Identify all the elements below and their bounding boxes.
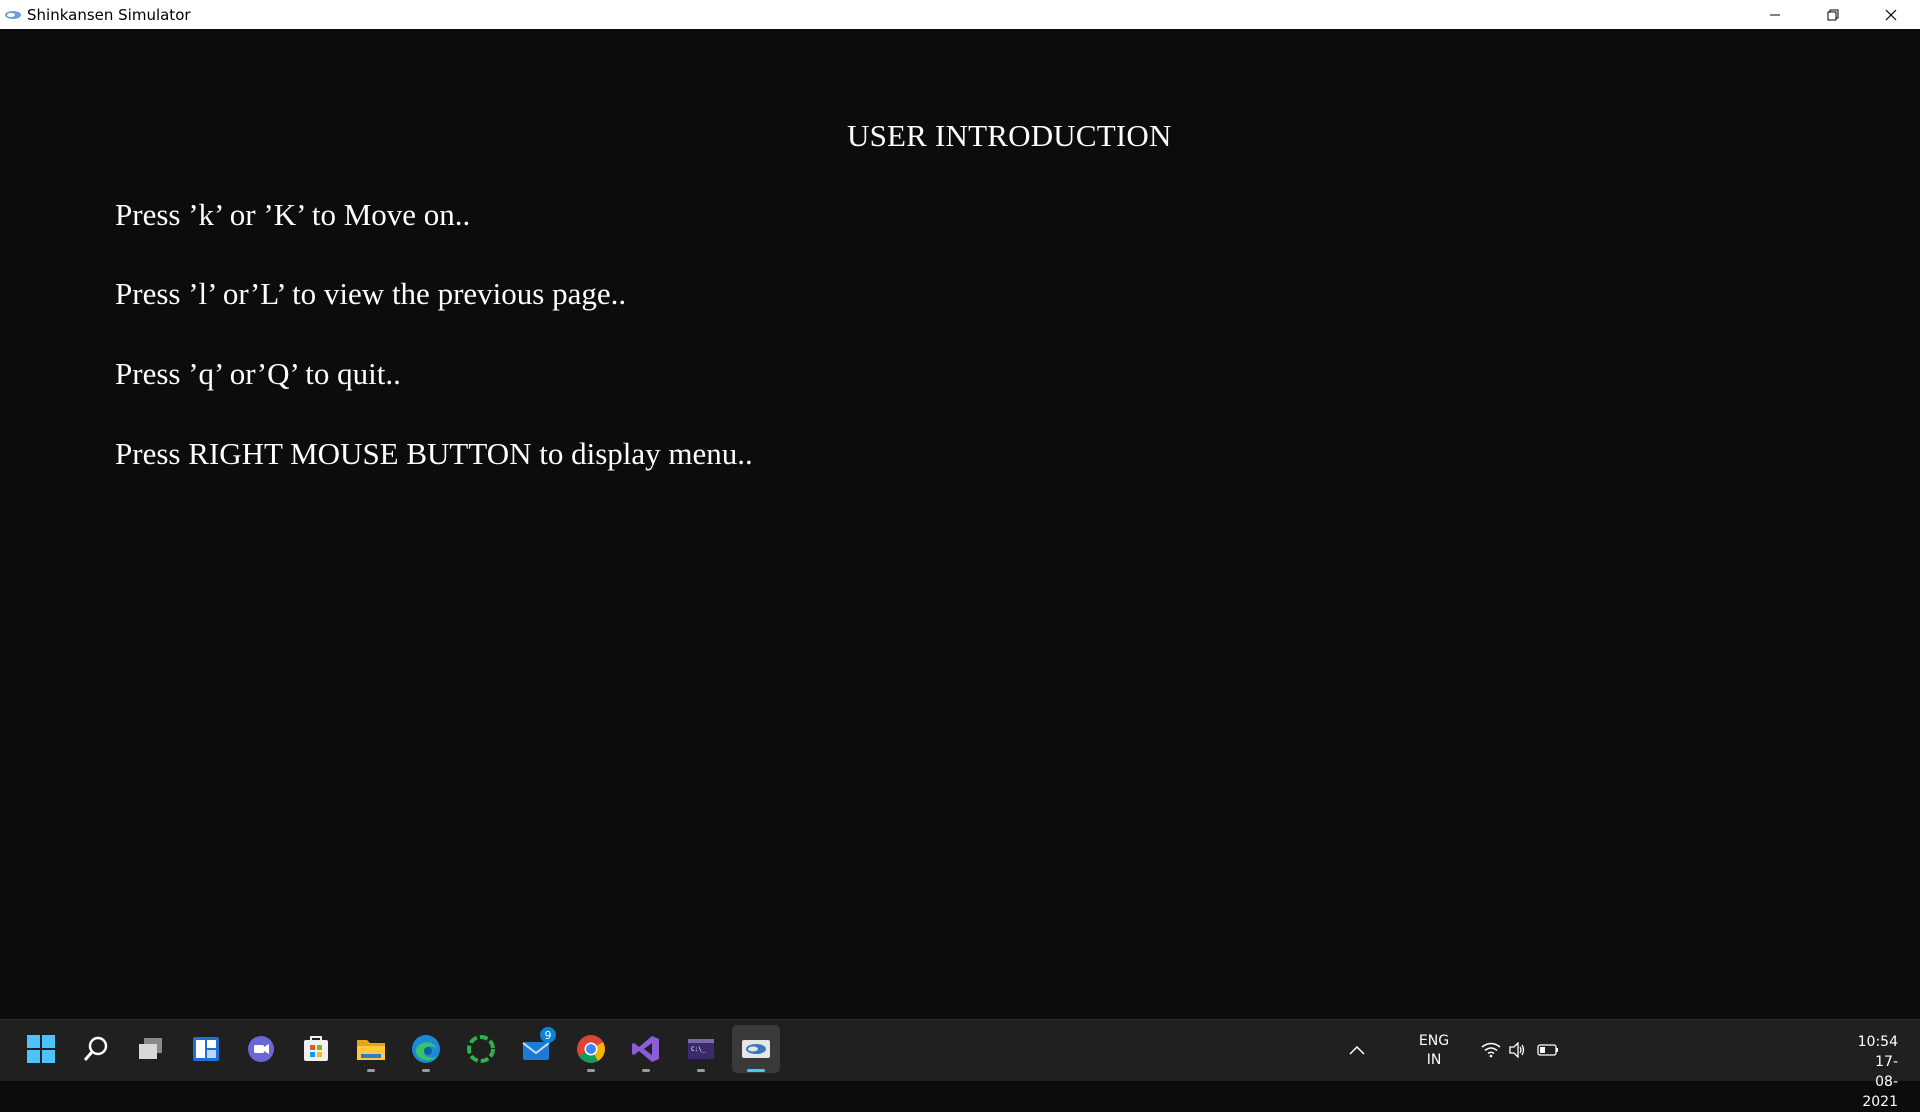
chrome-icon xyxy=(577,1035,605,1063)
chevron-up-icon xyxy=(1349,1045,1365,1055)
show-hidden-icons-button[interactable] xyxy=(1345,1036,1369,1064)
running-indicator xyxy=(367,1069,375,1072)
search-icon xyxy=(83,1036,108,1061)
wifi-button[interactable] xyxy=(1480,1038,1502,1062)
chrome-button[interactable] xyxy=(567,1025,615,1073)
loader-app-icon xyxy=(467,1035,495,1063)
widgets-icon xyxy=(193,1037,219,1061)
visual-studio-button[interactable] xyxy=(622,1025,670,1073)
running-indicator xyxy=(422,1069,430,1072)
volume-button[interactable] xyxy=(1506,1038,1528,1062)
running-indicator xyxy=(587,1069,595,1072)
title-bar: Shinkansen Simulator xyxy=(0,0,1920,29)
terminal-icon: C:\_ xyxy=(688,1039,714,1059)
clock-time: 10:54 xyxy=(1857,1034,1898,1050)
instruction-quit: Press ’q’ or’Q’ to quit.. xyxy=(115,356,401,391)
edge-icon xyxy=(412,1035,440,1063)
window-title: Shinkansen Simulator xyxy=(27,5,191,24)
opengl-app-button[interactable] xyxy=(732,1025,780,1073)
render-canvas[interactable]: USER INTRODUCTION Press ’k’ or ’K’ to Mo… xyxy=(0,29,1920,1019)
mail-button[interactable]: 9 xyxy=(512,1025,560,1073)
language-region: IN xyxy=(1426,1052,1442,1068)
teams-chat-icon xyxy=(248,1036,274,1062)
file-explorer-icon xyxy=(357,1040,385,1060)
battery-icon xyxy=(1537,1044,1558,1056)
teams-chat-button[interactable] xyxy=(237,1025,285,1073)
task-view-button[interactable] xyxy=(127,1025,175,1073)
instruction-menu: Press RIGHT MOUSE BUTTON to display menu… xyxy=(115,436,753,471)
notification-badge: 9 xyxy=(540,1027,556,1043)
search-button[interactable] xyxy=(72,1025,120,1073)
instruction-move-on: Press ’k’ or ’K’ to Move on.. xyxy=(115,197,471,232)
microsoft-store-button[interactable] xyxy=(292,1025,340,1073)
window-controls xyxy=(1746,0,1920,29)
task-view-icon xyxy=(139,1038,162,1059)
microsoft-store-icon xyxy=(304,1036,328,1061)
running-indicator xyxy=(642,1069,650,1072)
taskbar: 9 C:\_ ENG IN 10:54 17-08-2021 xyxy=(0,1019,1920,1110)
widgets-button[interactable] xyxy=(182,1025,230,1073)
start-icon xyxy=(27,1035,55,1063)
close-button[interactable] xyxy=(1862,0,1920,29)
file-explorer-button[interactable] xyxy=(347,1025,395,1073)
restore-button[interactable] xyxy=(1804,0,1862,29)
visual-studio-icon xyxy=(632,1036,659,1062)
language-indicator[interactable]: ENG IN xyxy=(1414,1032,1454,1070)
speaker-icon xyxy=(1509,1042,1525,1058)
battery-button[interactable] xyxy=(1536,1038,1560,1062)
clock[interactable]: 10:54 17-08-2021 xyxy=(1858,1032,1898,1112)
clock-date: 17-08-2021 xyxy=(1862,1054,1898,1110)
edge-button[interactable] xyxy=(402,1025,450,1073)
app-icon xyxy=(2,0,24,29)
close-icon xyxy=(1885,9,1897,20)
opengl-app-icon xyxy=(742,1040,770,1058)
page-title: USER INTRODUCTION xyxy=(847,118,1172,153)
instruction-previous-page: Press ’l’ or’L’ to view the previous pag… xyxy=(115,276,627,311)
loader-app-button[interactable] xyxy=(457,1025,505,1073)
wifi-icon xyxy=(1481,1042,1501,1058)
minimize-icon xyxy=(1770,14,1780,15)
running-indicator xyxy=(747,1069,765,1072)
running-indicator xyxy=(697,1069,705,1072)
minimize-button[interactable] xyxy=(1746,0,1804,29)
restore-icon xyxy=(1827,9,1839,20)
terminal-button[interactable]: C:\_ xyxy=(677,1025,725,1073)
start-button[interactable] xyxy=(17,1025,65,1073)
language-code: ENG xyxy=(1418,1033,1450,1049)
svg-text:C:\_: C:\_ xyxy=(691,1046,706,1053)
